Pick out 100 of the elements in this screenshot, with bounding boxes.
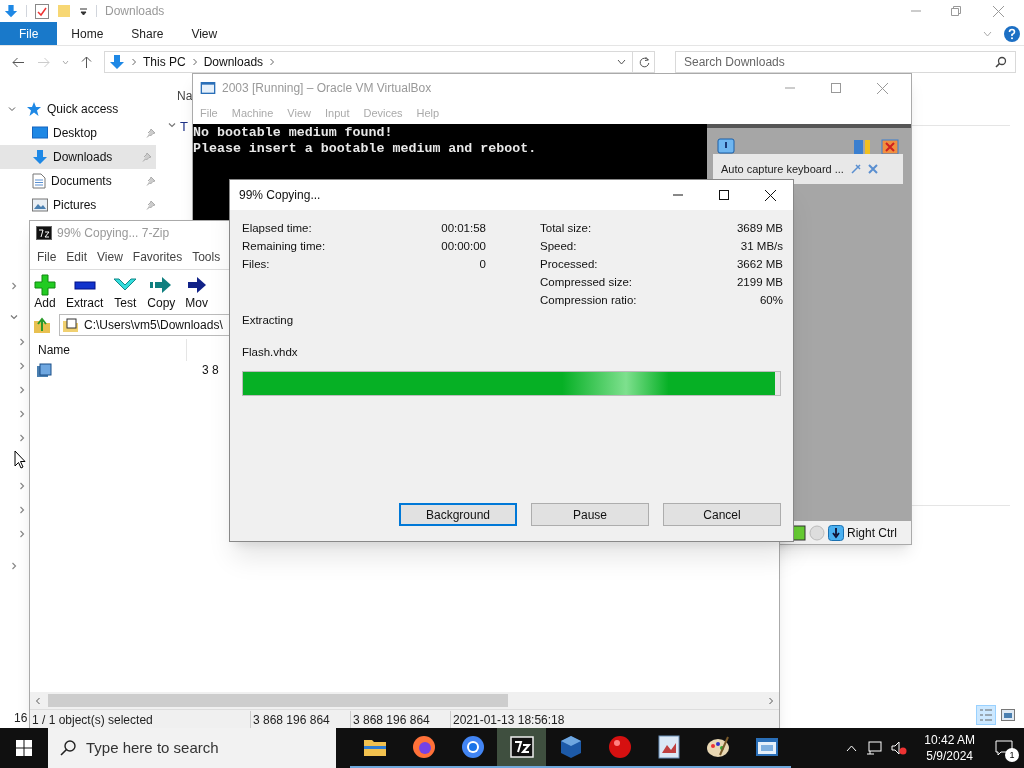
cross-icon[interactable]: [881, 138, 899, 156]
chevron-right-icon[interactable]: [18, 530, 26, 538]
search-icon: [60, 740, 76, 756]
taskbar-app[interactable]: [497, 728, 546, 768]
nav-item[interactable]: Quick access: [0, 97, 160, 121]
clock-time[interactable]: 10:42 AM: [924, 732, 975, 748]
nav-item[interactable]: Downloads: [0, 145, 156, 169]
pin-icon[interactable]: [146, 128, 156, 138]
palette-icon: [705, 735, 730, 759]
search-box[interactable]: Type here to search: [48, 728, 336, 768]
help-icon[interactable]: [1004, 25, 1020, 42]
file-name: Flash.vhdx: [242, 345, 298, 361]
details-view-icon[interactable]: [976, 705, 996, 725]
chevron-right-icon[interactable]: [18, 386, 26, 394]
stat-value: 0: [479, 257, 486, 272]
list-icon[interactable]: [853, 138, 871, 156]
console-line: Please insert a bootable medium and reboot.: [193, 141, 537, 157]
mouse-pointer-icon: [14, 450, 26, 469]
up-arrow-icon[interactable]: [81, 55, 92, 69]
checklist-icon[interactable]: [35, 3, 49, 19]
download-arrow-icon: [109, 54, 125, 70]
download-arrow-icon[interactable]: [4, 4, 18, 18]
chevron-right-icon[interactable]: [191, 58, 198, 66]
dropdown-icon[interactable]: [79, 6, 88, 16]
chevron-down-icon[interactable]: [10, 313, 18, 321]
maximize-icon[interactable]: [719, 190, 729, 200]
document-image-icon: [657, 735, 680, 759]
chevron-right-icon[interactable]: [131, 58, 137, 66]
arrow-right-icon: [186, 274, 207, 296]
stat-label: Compression ratio:: [540, 293, 637, 308]
stat-value: 00:01:58: [441, 221, 486, 236]
column-header[interactable]: Na: [177, 87, 193, 105]
chevron-right-icon[interactable]: [18, 482, 26, 490]
refresh-icon[interactable]: [639, 56, 650, 68]
scroll-thumb[interactable]: [48, 694, 508, 707]
restore-icon[interactable]: [951, 6, 961, 16]
nav-item[interactable]: Pictures: [0, 193, 160, 217]
chevron-right-icon[interactable]: [18, 338, 26, 346]
group-header[interactable]: T: [180, 117, 188, 137]
windows-logo-icon: [16, 740, 32, 756]
pin-icon[interactable]: [146, 200, 156, 210]
chevron-right-icon[interactable]: [10, 282, 18, 290]
scroll-bar[interactable]: [30, 692, 779, 709]
ribbon-tab[interactable]: File: [0, 22, 58, 45]
menu-item[interactable]: Favorites: [132, 248, 183, 266]
disk-image-icon: [36, 362, 52, 378]
back-arrow-icon[interactable]: [12, 56, 25, 68]
toolbar-button[interactable]: Add: [34, 274, 56, 311]
desktop-icon: [32, 126, 48, 140]
toolbar-button[interactable]: Mov: [185, 274, 209, 311]
forward-arrow-icon[interactable]: [37, 56, 50, 68]
ribbon-tab[interactable]: Home: [57, 22, 118, 45]
address-bar[interactable]: This PC Downloads: [104, 51, 655, 73]
notification-button[interactable]: 1: [992, 736, 1016, 760]
toolbar-button[interactable]: Extract: [66, 274, 104, 311]
chevron-right-icon[interactable]: [18, 506, 26, 514]
menu-item[interactable]: Tools: [192, 248, 221, 266]
chevron-right-icon[interactable]: [18, 434, 26, 442]
nav-item[interactable]: Documents: [0, 169, 160, 193]
stat-value: 60%: [759, 293, 783, 308]
dialog-button[interactable]: Pause: [531, 503, 649, 526]
menu-item[interactable]: Edit: [66, 248, 88, 266]
dialog-button[interactable]: Cancel: [663, 503, 781, 526]
window-title: Downloads: [105, 3, 165, 20]
toolbar-button[interactable]: Copy: [147, 274, 176, 311]
network-icon[interactable]: [866, 741, 883, 755]
column-header[interactable]: Name: [38, 341, 70, 359]
chevron-down-icon[interactable]: [168, 121, 176, 129]
menu-item[interactable]: View: [97, 248, 123, 266]
chevron-up-icon[interactable]: [846, 744, 858, 752]
search-field[interactable]: Search Downloads: [675, 51, 1016, 73]
chevron-right-icon[interactable]: [10, 562, 18, 570]
close-icon[interactable]: [765, 189, 776, 201]
chevron-right-icon[interactable]: [18, 410, 26, 418]
stat-label: Elapsed time:: [242, 221, 312, 236]
breadcrumb-item[interactable]: Downloads: [203, 53, 264, 71]
dialog-button[interactable]: Background: [399, 503, 517, 526]
document-icon: [32, 173, 46, 189]
folder-up-icon[interactable]: [33, 316, 51, 334]
stat-value: 2199 MB: [736, 275, 783, 290]
muted-speaker-icon[interactable]: [891, 741, 908, 755]
stat-label: Speed:: [540, 239, 577, 254]
chevron-left-icon[interactable]: [34, 696, 42, 705]
chevron-right-icon[interactable]: [767, 696, 775, 705]
notice-icon[interactable]: [717, 138, 735, 156]
unpin-icon[interactable]: [849, 163, 862, 175]
chevron-down-icon[interactable]: [617, 59, 626, 65]
ribbon-tab[interactable]: Share: [117, 22, 178, 45]
clock-date[interactable]: 5/9/2024: [926, 748, 973, 764]
menu-item[interactable]: File: [37, 248, 57, 266]
large-icons-view-icon[interactable]: [1001, 709, 1015, 721]
ribbon-tab[interactable]: View: [177, 22, 232, 45]
toolbar-button[interactable]: Test: [113, 274, 138, 311]
nav-item[interactable]: Desktop: [0, 121, 160, 145]
breadcrumb-item[interactable]: This PC: [143, 53, 186, 71]
pin-icon[interactable]: [146, 176, 156, 186]
chevron-right-icon[interactable]: [269, 58, 276, 66]
console-line: No bootable medium found!: [193, 125, 393, 141]
pin-icon[interactable]: [142, 152, 152, 162]
chevron-right-icon[interactable]: [18, 362, 26, 370]
